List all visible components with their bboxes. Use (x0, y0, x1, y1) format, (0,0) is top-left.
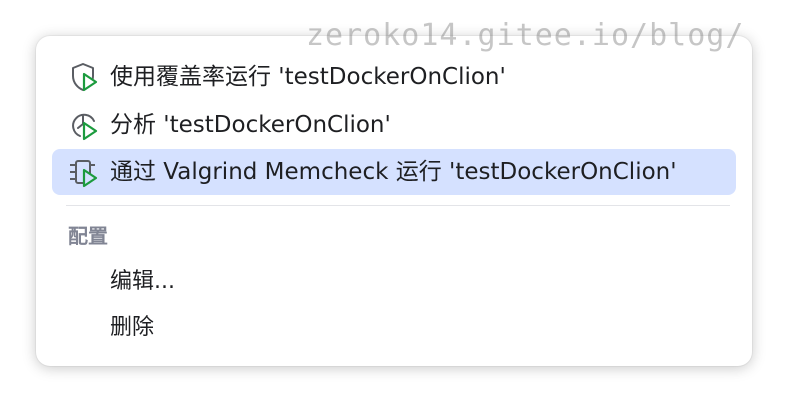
delete-configuration-label: 删除 (110, 315, 155, 340)
delete-configuration-item[interactable]: 删除 (52, 305, 736, 351)
shield-run-icon (68, 61, 100, 93)
configuration-section-header: 配置 (68, 224, 108, 248)
edit-configuration-item[interactable]: 编辑... (52, 259, 736, 305)
memcheck-run-icon (68, 156, 100, 188)
menu-separator (66, 205, 730, 206)
edit-configuration-label: 编辑... (110, 269, 175, 294)
run-with-coverage-label: 使用覆盖率运行 'testDockerOnClion' (110, 64, 506, 90)
run-with-coverage-item[interactable]: 使用覆盖率运行 'testDockerOnClion' (52, 54, 736, 100)
profiler-run-icon (68, 109, 100, 141)
screen: 使用覆盖率运行 'testDockerOnClion' 分析 'testDock… (0, 0, 788, 404)
run-with-valgrind-memcheck-item[interactable]: 通过 Valgrind Memcheck 运行 'testDockerOnCli… (52, 149, 736, 195)
context-menu: 使用覆盖率运行 'testDockerOnClion' 分析 'testDock… (36, 36, 752, 366)
profile-label: 分析 'testDockerOnClion' (110, 112, 391, 138)
profile-item[interactable]: 分析 'testDockerOnClion' (52, 102, 736, 148)
run-with-valgrind-memcheck-label: 通过 Valgrind Memcheck 运行 'testDockerOnCli… (110, 159, 677, 185)
